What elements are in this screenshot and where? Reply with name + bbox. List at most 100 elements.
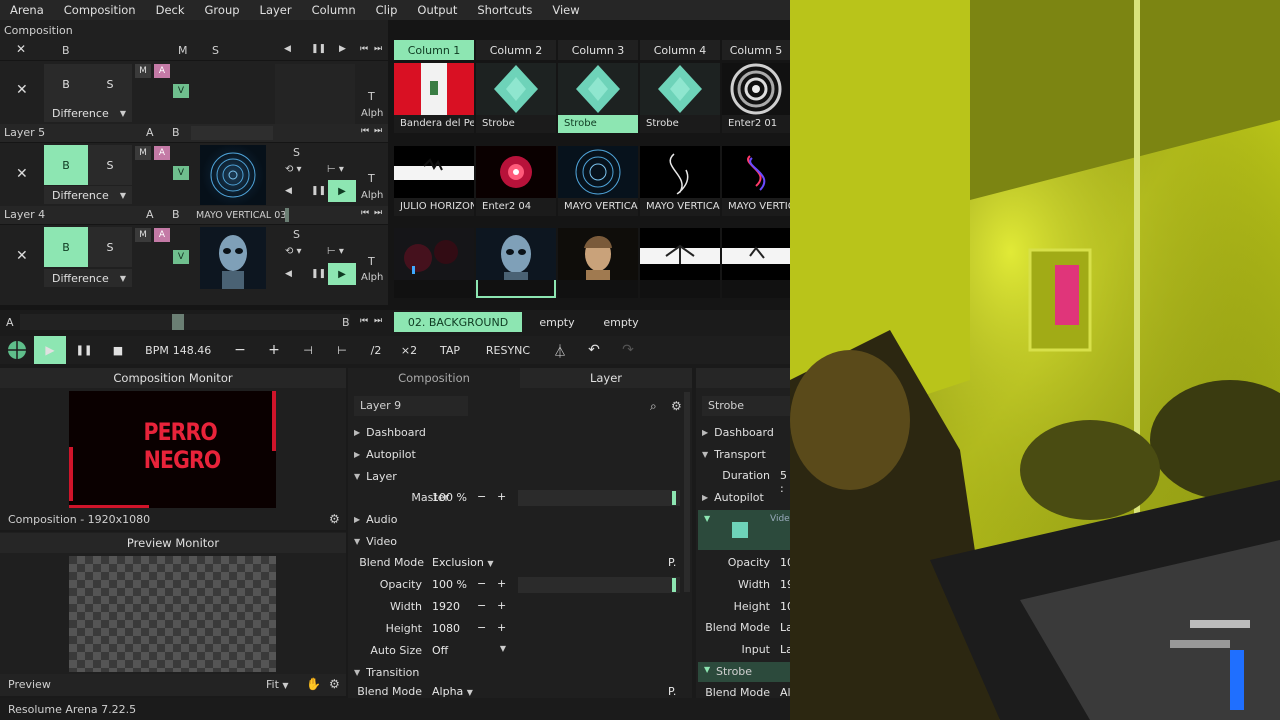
tab-layer[interactable]: Layer xyxy=(520,368,692,388)
layer4-skip-fwd-icon[interactable]: ⏭ xyxy=(374,208,382,218)
section-video[interactable]: ▼ Video xyxy=(354,530,397,552)
redo-icon[interactable]: ↷ xyxy=(618,336,638,364)
menu-column[interactable]: Column xyxy=(302,0,366,20)
clip-mayo-vertical-05[interactable]: MAYO VERTICAL 0 xyxy=(722,146,790,216)
clip-julio-horizontal-3[interactable] xyxy=(722,228,790,298)
crossfader-slider[interactable] xyxy=(20,314,350,330)
menu-composition[interactable]: Composition xyxy=(54,0,146,20)
layer5-prev-icon[interactable]: ◀ xyxy=(285,186,292,196)
opacity-value[interactable]: 100 % xyxy=(432,578,467,591)
clip-mayo-vertical-04[interactable]: MAYO VERTICAL 04 xyxy=(640,146,720,216)
section-layer[interactable]: ▼ Layer xyxy=(354,465,397,487)
transport-pause-icon[interactable]: ❚❚ xyxy=(72,336,96,364)
opacity-plus[interactable]: + xyxy=(497,577,506,590)
layer5-alpha-button[interactable]: Alph xyxy=(361,190,383,201)
transport-stop-icon[interactable]: ■ xyxy=(106,336,130,364)
search-icon[interactable]: ⌕ xyxy=(650,399,657,414)
column-2-header[interactable]: Column 2 xyxy=(476,40,556,60)
preview-fit-select[interactable]: Fit ▼ xyxy=(266,678,289,691)
width-plus[interactable]: + xyxy=(497,599,506,612)
deck-prev-icon[interactable]: ⏮ xyxy=(360,316,368,326)
clip-duration-value[interactable]: 5 : xyxy=(780,469,790,495)
layer6-solo-button[interactable]: S xyxy=(88,64,132,104)
menu-group[interactable]: Group xyxy=(195,0,250,20)
composition-monitor-view[interactable]: PERRO NEGRO xyxy=(69,391,276,508)
layer4-pause-icon[interactable]: ❚❚ xyxy=(311,269,326,279)
clip-strobe-effect-row[interactable]: ▼ Strobe xyxy=(698,662,790,682)
layer4-loop-select[interactable]: ⟲ ▾ xyxy=(285,246,302,257)
bpm-half-button[interactable]: /2 xyxy=(364,336,388,364)
composition-m-button[interactable]: M xyxy=(178,44,188,57)
bpm-value[interactable]: 148.46 xyxy=(172,336,212,364)
layer4-solo-button[interactable]: S xyxy=(88,227,132,267)
comp-skip-back-icon[interactable]: ⏮ xyxy=(360,44,368,54)
bpm-minus-button[interactable]: − xyxy=(230,336,250,364)
transition-param-button[interactable]: P. xyxy=(668,685,676,698)
clip-name-field[interactable]: Strobe xyxy=(702,396,790,416)
layer4-clear-icon[interactable]: ✕ xyxy=(16,248,28,264)
height-minus[interactable]: − xyxy=(477,621,486,634)
preview-gear-icon[interactable]: ⚙ xyxy=(329,677,340,691)
menu-view[interactable]: View xyxy=(542,0,589,20)
clip-section-autopilot[interactable]: ▶ Autopilot xyxy=(702,486,764,508)
layer6-v-button[interactable]: V xyxy=(173,84,189,98)
layer5-blend-select[interactable]: Difference ▼ xyxy=(44,186,132,204)
layer4-bypass-button[interactable]: B xyxy=(44,227,88,267)
column-5-header[interactable]: Column 5 xyxy=(722,40,790,60)
comp-prev-icon[interactable]: ◀ xyxy=(284,44,291,54)
bpm-double-button[interactable]: ×2 xyxy=(396,336,422,364)
clip-width-value[interactable]: 19 xyxy=(780,578,790,591)
layer6-blend-select[interactable]: Difference ▼ xyxy=(44,104,132,122)
menu-deck[interactable]: Deck xyxy=(146,0,195,20)
layer5-solo-button[interactable]: S xyxy=(88,145,132,185)
menu-output[interactable]: Output xyxy=(407,0,467,20)
deck-tab-empty-1[interactable]: empty xyxy=(526,312,588,332)
hand-icon[interactable]: ✋ xyxy=(306,677,321,691)
layer4-a-button[interactable]: A xyxy=(154,228,170,242)
clip-height-value[interactable]: 10 xyxy=(780,600,790,613)
transport-play-button[interactable]: ▶ xyxy=(34,336,66,364)
blend-param-button[interactable]: P. xyxy=(668,556,676,569)
width-value[interactable]: 1920 xyxy=(432,600,460,613)
opacity-slider-knob[interactable] xyxy=(672,578,676,592)
comp-skip-fwd-icon[interactable]: ⏭ xyxy=(374,44,382,54)
layer6-a-button[interactable]: A xyxy=(154,64,170,78)
master-slider[interactable] xyxy=(518,490,680,506)
transition-blend-select[interactable]: Alpha ▼ xyxy=(432,685,473,698)
nudge-back-icon[interactable]: ⊣ xyxy=(298,336,318,364)
clip-background-03[interactable] xyxy=(394,228,474,298)
deck-tab-empty-2[interactable]: empty xyxy=(590,312,652,332)
section-audio[interactable]: ▶ Audio xyxy=(354,508,397,530)
opacity-slider[interactable] xyxy=(518,577,680,593)
tab-composition[interactable]: Composition xyxy=(348,368,520,388)
clip-mayo-vertical-woman[interactable] xyxy=(558,228,638,298)
clip-bandera[interactable]: Bandera del Perú. xyxy=(394,63,474,133)
layer4-m-button[interactable]: M xyxy=(135,228,151,242)
clip-mayo-vertical-03[interactable]: MAYO VERTICAL 03 xyxy=(558,146,638,216)
composition-b-button[interactable]: B xyxy=(62,44,70,57)
nudge-forward-icon[interactable]: ⊢ xyxy=(332,336,352,364)
clip-strobe-1[interactable]: Strobe xyxy=(476,63,556,133)
layer5-loop-select[interactable]: ⟲ ▾ xyxy=(285,164,302,175)
layer4-v-button[interactable]: V xyxy=(173,250,189,264)
inspector-gear-icon[interactable]: ⚙ xyxy=(671,399,682,413)
menu-arena[interactable]: Arena xyxy=(0,0,54,20)
clip-video-effect-row[interactable]: ▼ Vide xyxy=(698,510,790,550)
layer5-pause-icon[interactable]: ❚❚ xyxy=(311,186,326,196)
layer6-alpha-button[interactable]: Alph xyxy=(361,108,383,119)
section-transition[interactable]: ▼ Transition xyxy=(354,661,419,683)
composition-monitor-gear-icon[interactable]: ⚙ xyxy=(329,512,340,526)
composition-s-button[interactable]: S xyxy=(212,44,219,57)
comp-pause-icon[interactable]: ❚❚ xyxy=(311,44,326,54)
clip-opacity-value[interactable]: 10 xyxy=(780,556,790,569)
clip-input-value[interactable]: La xyxy=(780,643,790,656)
layer4-alpha-button[interactable]: Alph xyxy=(361,272,383,283)
blend-mode-select[interactable]: Exclusion ▼ xyxy=(432,556,494,569)
layer6-t-button[interactable]: T xyxy=(368,90,375,103)
bpm-plus-button[interactable]: + xyxy=(264,336,284,364)
clip-julio-horizontal-2[interactable] xyxy=(640,228,720,298)
clip-blend2-value[interactable]: Al xyxy=(780,686,790,698)
width-minus[interactable]: − xyxy=(477,599,486,612)
master-minus[interactable]: − xyxy=(477,490,486,503)
layer4-prev-icon[interactable]: ◀ xyxy=(285,269,292,279)
